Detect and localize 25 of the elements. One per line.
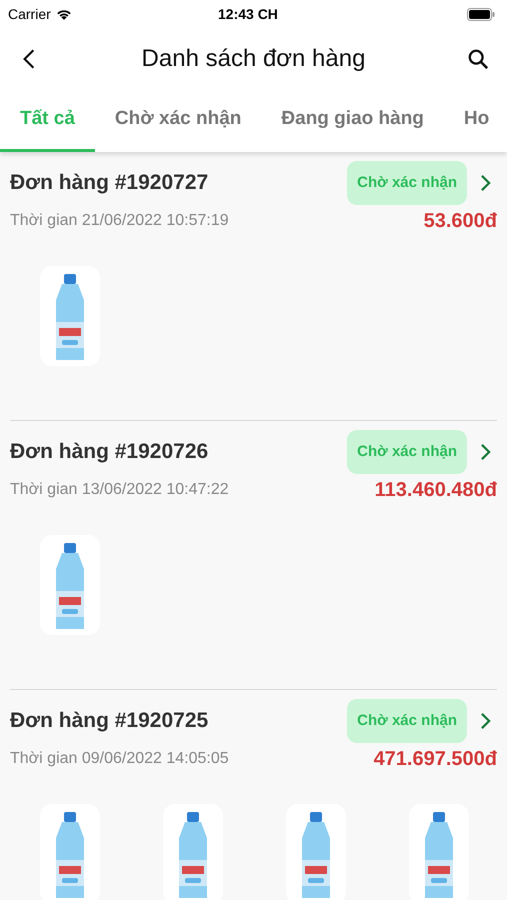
back-icon[interactable]: [22, 48, 36, 70]
order-total: 53.600đ: [424, 209, 497, 234]
order-time: Thời gian 09/06/2022 14:05:05: [10, 749, 229, 769]
clock-time: 12:43 CH: [218, 4, 278, 24]
order-title: Đơn hàng #1920727: [10, 170, 208, 196]
chevron-right-icon[interactable]: [480, 174, 490, 192]
order-title: Đơn hàng #1920725: [10, 708, 208, 734]
order-time: Thời gian 21/06/2022 10:57:19: [10, 211, 229, 231]
tab[interactable]: Đang giao hàng: [261, 90, 444, 152]
page-title: Danh sách đơn hàng: [140, 44, 366, 74]
status-badge: Chờ xác nhận: [347, 698, 467, 744]
chevron-right-icon[interactable]: [480, 443, 490, 461]
order-total: 471.697.500đ: [374, 747, 497, 772]
status-badge: Chờ xác nhận: [347, 430, 467, 474]
wifi-icon: [54, 8, 73, 20]
tab[interactable]: Chờ xác nhận: [94, 90, 262, 152]
carrier-label: Carrier: [8, 4, 51, 24]
tab[interactable]: Tất cả: [0, 90, 95, 152]
order-title: Đơn hàng #1920726: [10, 439, 208, 466]
status-badge: Chờ xác nhận: [347, 160, 467, 206]
order-time: Thời gian 13/06/2022 10:47:22: [10, 480, 229, 500]
order-total: 113.460.480đ: [374, 478, 497, 503]
chevron-right-icon[interactable]: [480, 712, 490, 730]
battery-icon: [467, 8, 495, 20]
tab[interactable]: Ho: [444, 90, 507, 152]
